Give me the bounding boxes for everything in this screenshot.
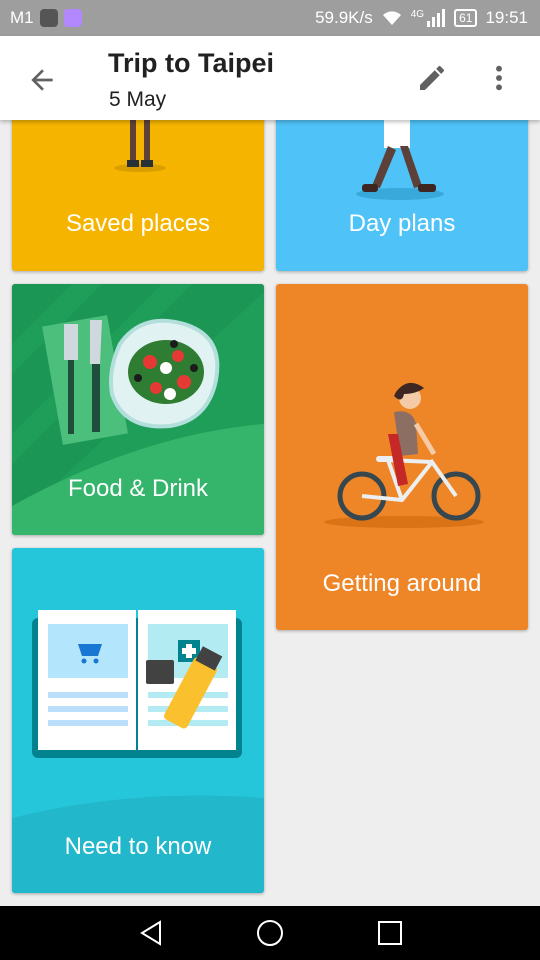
food-drink-label: Food & Drink <box>67 475 209 502</box>
day-plans-card[interactable]: Day plans <box>276 100 528 271</box>
network-speed: 59.9K/s <box>315 8 373 27</box>
page-subtitle: 5 May <box>109 88 167 111</box>
battery-icon: 61 <box>454 9 478 27</box>
saved-places-label: Saved places <box>65 210 211 237</box>
system-nav-bar <box>0 906 540 960</box>
more-vert-icon[interactable] <box>486 62 512 94</box>
back-arrow-icon[interactable] <box>26 64 58 96</box>
app-bar: Trip to Taipei 5 May <box>0 36 540 120</box>
carrier-label: M1 <box>10 8 34 27</box>
wifi-icon <box>382 11 401 25</box>
network-type: 4G <box>410 8 425 20</box>
signal-icon <box>427 9 446 27</box>
nav-back-icon[interactable] <box>136 918 166 948</box>
nav-recents-icon[interactable] <box>375 918 405 948</box>
food-drink-card[interactable]: Food & Drink <box>12 284 264 535</box>
need-to-know-label: Need to know <box>64 833 212 860</box>
pencil-icon[interactable] <box>416 62 448 94</box>
gallery-notification-icon <box>63 9 82 27</box>
getting-around-label: Getting around <box>322 570 482 597</box>
nav-home-icon[interactable] <box>255 918 285 948</box>
walking-legs-illustration <box>356 118 444 200</box>
page-title: Trip to Taipei <box>108 48 275 78</box>
day-plans-label: Day plans <box>348 210 456 237</box>
walking-person-illustration <box>114 120 166 172</box>
clock: 19:51 <box>485 8 528 27</box>
app-notification-icon <box>39 9 58 27</box>
need-to-know-card[interactable]: Need to know <box>12 548 264 893</box>
status-bar: M1 59.9K/s 4G 61 19:51 <box>0 0 540 36</box>
saved-places-card[interactable]: Saved places <box>12 100 264 271</box>
getting-around-card[interactable]: Getting around <box>276 284 528 630</box>
